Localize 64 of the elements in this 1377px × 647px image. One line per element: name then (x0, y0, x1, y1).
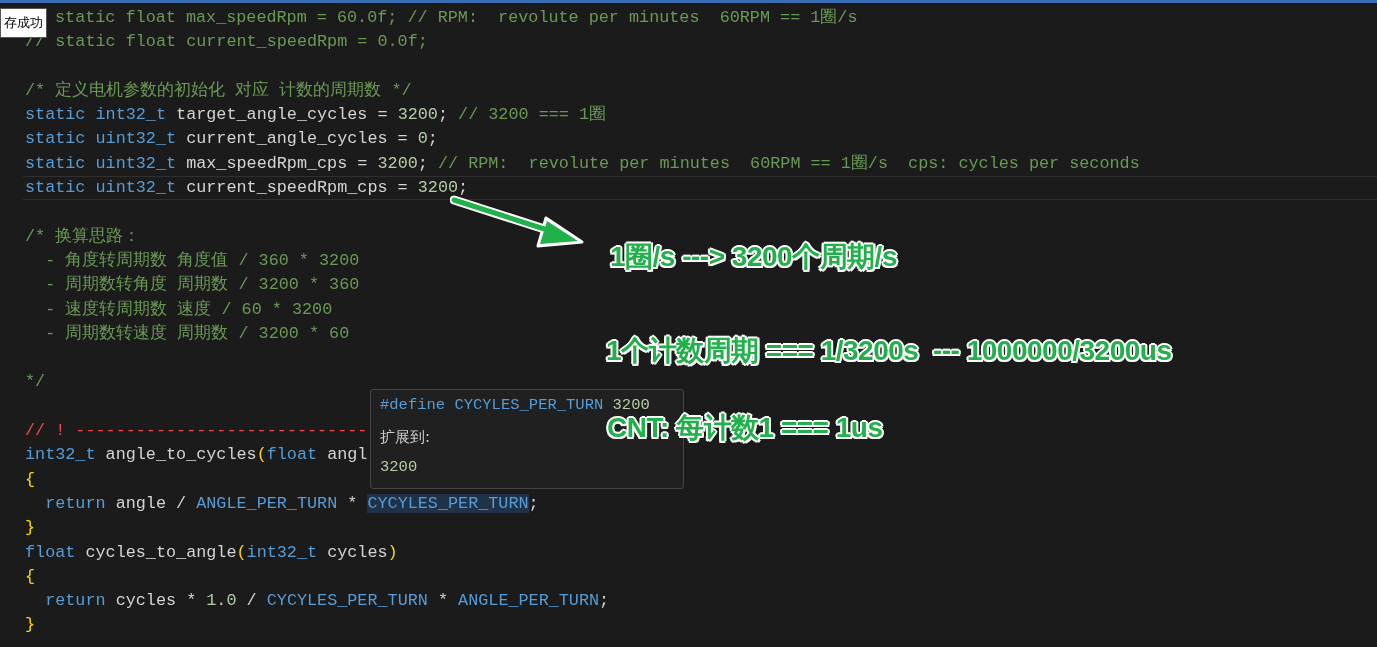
code-token: cycles_to_angle (84, 542, 237, 562)
annotation-text: 1个计数周期 === 1/3200s --- 1000000/3200us (606, 334, 1172, 368)
code-token: } (25, 615, 36, 635)
definition-text: 3200 (611, 396, 650, 414)
code-token: 3200 (417, 178, 459, 198)
annotation-text: 1圈/s ---> 3200个周期/s (610, 240, 897, 274)
code-comment: - 速度转周期数 速度 / 60 * 3200 (44, 299, 333, 319)
code-token: return (44, 493, 106, 513)
code-token: ( (236, 542, 247, 562)
code-comment: /* 换算思路： (25, 226, 141, 246)
code-token: CYCYLES_PER_TURN (367, 493, 529, 513)
code-comment: */ (25, 372, 46, 392)
code-token: static uint32_t (25, 129, 177, 149)
code-token: float (266, 445, 318, 465)
code-token: int32_t (246, 542, 318, 562)
annotation-text: CNT: 每计数1 === 1us (607, 411, 883, 445)
code-token: static uint32_t (25, 153, 177, 173)
code-token: target_angle_cycles = (175, 105, 389, 125)
code-token: angle / (114, 493, 188, 513)
code-token: current_angle_cycles = (185, 129, 409, 149)
code-token: return (44, 591, 106, 611)
code-token: ANGLE_PER_TURN (196, 493, 338, 513)
code-comment: // RPM: revolute per minutes 60RPM == 1圈/s cps: cycles per seconds (437, 153, 1140, 173)
code-comment: static float max_speedRpm = 60.0f; // RPM: revolute per minutes 60RPM == 1圈/s (55, 8, 858, 27)
code-comment: - 周期数转角度 周期数 / 3200 * 360 (44, 275, 360, 295)
code-token: CYCYLES_PER_TURN (266, 591, 428, 611)
code-token: ; (599, 591, 610, 611)
toast-message: 存成功 (0, 8, 47, 38)
code-token: static uint32_t (25, 178, 177, 198)
code-comment: /* 定义电机参数的初始化 对应 计数的周期数 */ (25, 80, 412, 100)
code-token: } (25, 518, 36, 538)
code-token: ; (528, 493, 539, 513)
code-token: int32_t (25, 445, 96, 465)
code-comment: // ! ----------------------------- (25, 421, 368, 441)
code-token: { (25, 566, 36, 586)
code-token: ; (458, 178, 469, 198)
code-token: 3200 (397, 105, 438, 125)
code-token: { (25, 469, 36, 489)
code-token: angle_to_cycles (104, 445, 257, 465)
code-token: ANGLE_PER_TURN (458, 591, 600, 611)
code-token: 1.0 (206, 591, 237, 611)
code-token: ; (427, 129, 438, 149)
code-token: 0 (417, 129, 428, 149)
code-token: 3200 (377, 153, 418, 173)
code-token: cycles (326, 542, 388, 562)
code-token: float (25, 542, 76, 562)
code-token: current_speedRpm_cps = (185, 178, 409, 198)
expansion-label: 扩展到: (380, 428, 432, 448)
code-token: ; (417, 153, 429, 173)
code-token: * (346, 493, 359, 513)
expansion-value: 3200 (380, 458, 419, 476)
code-token: * (436, 591, 450, 611)
code-token: cycles * (114, 591, 198, 611)
code-token: ; (437, 105, 449, 125)
code-token: angl (326, 445, 368, 465)
code-token: / (245, 591, 258, 611)
code-comment: // 3200 === 1圈 (458, 105, 606, 125)
definition-text: #define CYCYLES_PER_TURN (380, 396, 604, 414)
code-token: ) (387, 542, 398, 562)
code-comment: - 角度转周期数 角度值 / 360 * 3200 (44, 250, 360, 270)
code-token: max_speedRpm_cps = (185, 153, 369, 173)
code-token: ( (256, 445, 267, 465)
code-token: static int32_t (25, 105, 166, 125)
code-comment: - 周期数转速度 周期数 / 3200 * 60 (44, 323, 350, 343)
